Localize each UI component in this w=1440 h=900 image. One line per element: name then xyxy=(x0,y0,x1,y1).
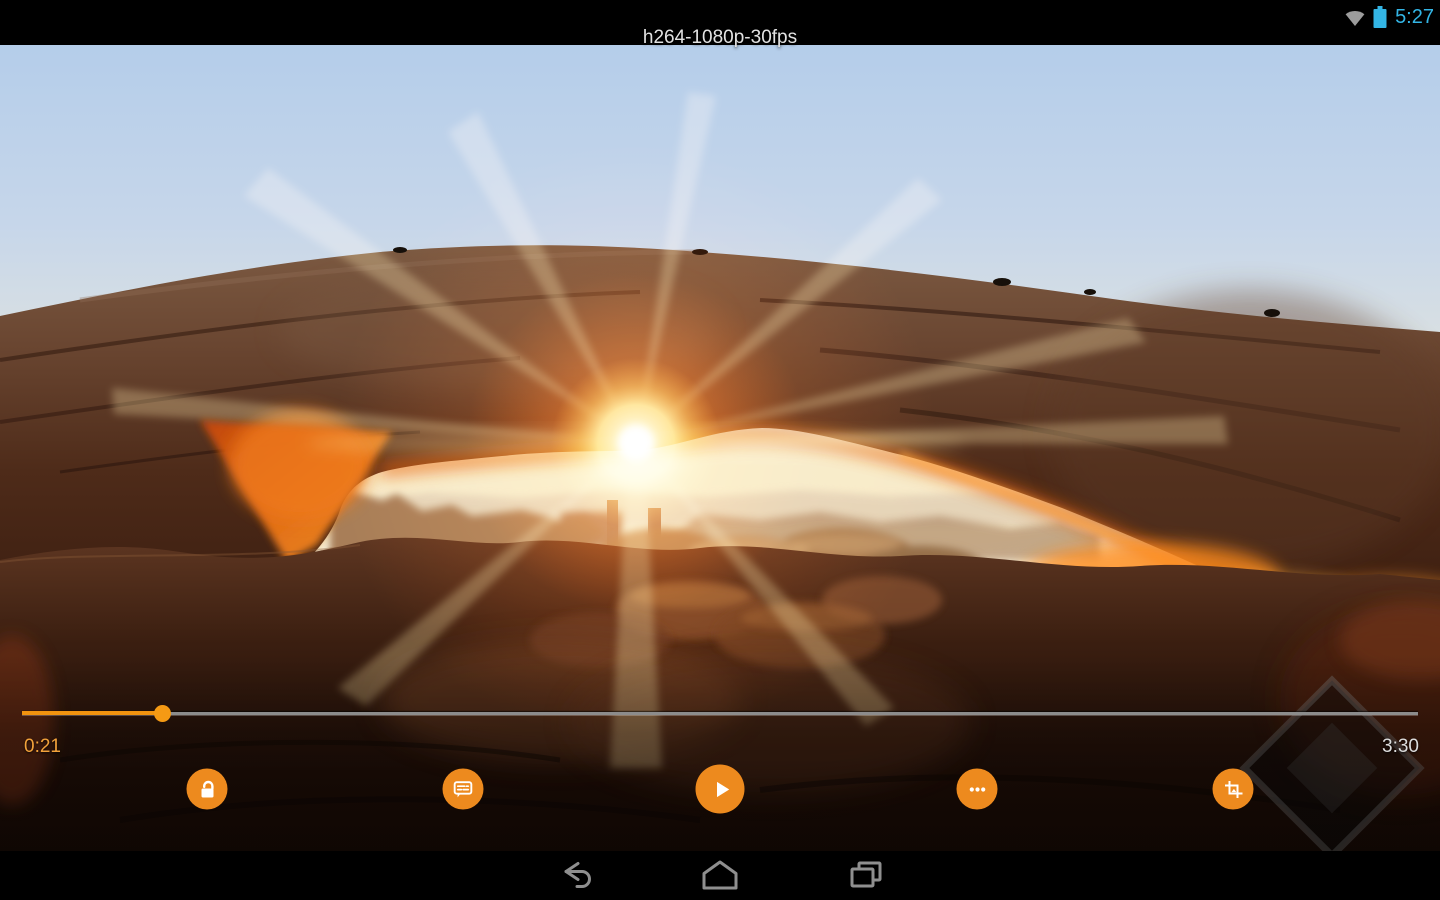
wifi-icon xyxy=(1343,6,1367,28)
back-icon xyxy=(558,858,596,890)
total-time[interactable]: 3:30 xyxy=(1382,736,1419,758)
seek-bar[interactable] xyxy=(22,706,1418,721)
home-icon xyxy=(699,859,741,890)
seek-thumb[interactable] xyxy=(154,705,171,722)
status-clock: 5:27 xyxy=(1395,6,1434,29)
crop-icon xyxy=(1221,777,1245,801)
elapsed-time: 0:21 xyxy=(24,736,61,758)
top-bar: h264-1080p-30fps 5:27 xyxy=(0,0,1440,45)
controls-scrim xyxy=(0,655,1440,851)
lock-open-icon xyxy=(195,777,219,801)
video-title: h264-1080p-30fps xyxy=(643,27,797,49)
battery-icon xyxy=(1373,6,1387,28)
recents-icon xyxy=(848,859,884,889)
android-nav-bar xyxy=(0,851,1440,900)
recents-button[interactable] xyxy=(844,855,888,896)
aspect-crop-button[interactable] xyxy=(1213,769,1254,810)
play-button[interactable] xyxy=(696,765,745,814)
home-button[interactable] xyxy=(695,855,745,897)
more-options-button[interactable] xyxy=(957,769,998,810)
play-icon xyxy=(706,775,734,803)
subtitles-button[interactable] xyxy=(443,769,484,810)
ellipsis-icon xyxy=(965,777,989,801)
lock-button[interactable] xyxy=(187,769,228,810)
vlc-player-screen: h264-1080p-30fps 5:27 0:21 3:30 xyxy=(0,0,1440,900)
seek-progress xyxy=(22,711,163,715)
seek-track[interactable] xyxy=(22,712,1418,715)
status-cluster: 5:27 xyxy=(1343,4,1434,30)
back-button[interactable] xyxy=(554,854,600,897)
subtitles-icon xyxy=(451,777,476,802)
